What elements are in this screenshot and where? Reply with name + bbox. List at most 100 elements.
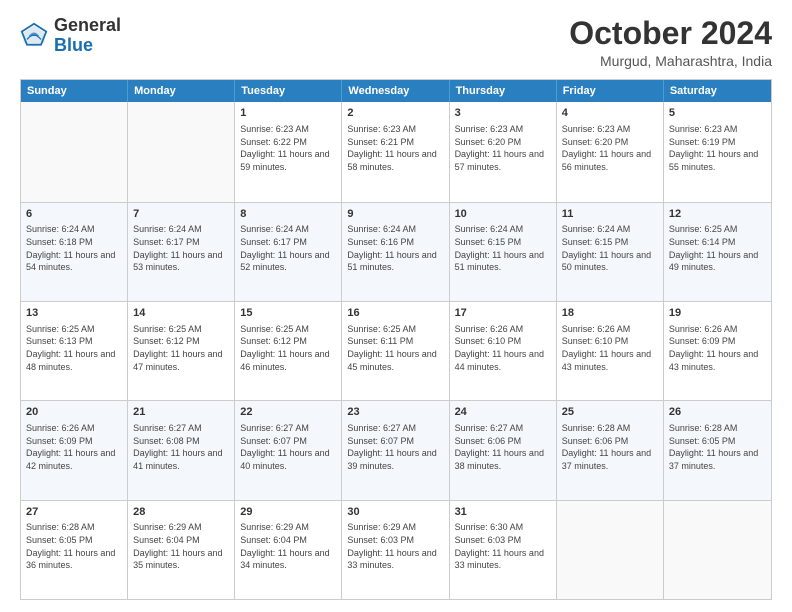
calendar-cell <box>21 102 128 201</box>
calendar-cell: 31Sunrise: 6:30 AM Sunset: 6:03 PM Dayli… <box>450 501 557 599</box>
calendar-header: Sunday Monday Tuesday Wednesday Thursday… <box>21 80 771 102</box>
cell-info: Sunrise: 6:27 AM Sunset: 6:08 PM Dayligh… <box>133 422 229 472</box>
calendar: Sunday Monday Tuesday Wednesday Thursday… <box>20 79 772 600</box>
day-number: 13 <box>26 306 122 321</box>
day-number: 4 <box>562 106 658 121</box>
calendar-cell: 28Sunrise: 6:29 AM Sunset: 6:04 PM Dayli… <box>128 501 235 599</box>
calendar-cell: 19 Sunrise: 6:26 AM Sunset: 6:09 PM Dayli… <box>664 302 771 400</box>
cell-info: Sunrise: 6:25 AM Sunset: 6:13 PM Dayligh… <box>26 323 122 373</box>
cell-info: Sunrise: 6:28 AM Sunset: 6:06 PM Dayligh… <box>562 422 658 472</box>
cell-info: Sunrise: 6:27 AM Sunset: 6:07 PM Dayligh… <box>347 422 443 472</box>
day-number: 28 <box>133 505 229 520</box>
calendar-body: 1 Sunrise: 6:23 AM Sunset: 6:22 PM Daylig… <box>21 102 771 599</box>
calendar-cell: 25 Sunrise: 6:28 AM Sunset: 6:06 PM Dayli… <box>557 401 664 499</box>
header-sunday: Sunday <box>21 80 128 102</box>
cell-info: Sunrise: 6:29 AM Sunset: 6:04 PM Dayligh… <box>133 521 229 571</box>
calendar-cell: 7Sunrise: 6:24 AM Sunset: 6:17 PM Daylig… <box>128 203 235 301</box>
calendar-cell <box>664 501 771 599</box>
day-number: 14 <box>133 306 229 321</box>
day-number: 2 <box>347 106 443 121</box>
cell-info: Sunrise: 6:23 AM Sunset: 6:22 PM Dayligh… <box>240 123 336 173</box>
cell-info: Sunrise: 6:27 AM Sunset: 6:06 PM Dayligh… <box>455 422 551 472</box>
day-number: 20 <box>26 405 122 420</box>
day-number: 30 <box>347 505 443 520</box>
calendar-cell: 4 Sunrise: 6:23 AM Sunset: 6:20 PM Daylig… <box>557 102 664 201</box>
day-number: 24 <box>455 405 551 420</box>
calendar-week-5: 27Sunrise: 6:28 AM Sunset: 6:05 PM Dayli… <box>21 500 771 599</box>
cell-info: Sunrise: 6:28 AM Sunset: 6:05 PM Dayligh… <box>669 422 766 472</box>
calendar-cell: 22Sunrise: 6:27 AM Sunset: 6:07 PM Dayli… <box>235 401 342 499</box>
day-number: 12 <box>669 207 766 222</box>
cell-info: Sunrise: 6:28 AM Sunset: 6:05 PM Dayligh… <box>26 521 122 571</box>
cell-info: Sunrise: 6:23 AM Sunset: 6:20 PM Dayligh… <box>455 123 551 173</box>
calendar-cell: 24 Sunrise: 6:27 AM Sunset: 6:06 PM Dayli… <box>450 401 557 499</box>
cell-info: Sunrise: 6:23 AM Sunset: 6:21 PM Dayligh… <box>347 123 443 173</box>
day-number: 23 <box>347 405 443 420</box>
day-number: 7 <box>133 207 229 222</box>
cell-info: Sunrise: 6:25 AM Sunset: 6:12 PM Dayligh… <box>240 323 336 373</box>
calendar-cell: 5Sunrise: 6:23 AM Sunset: 6:19 PM Daylig… <box>664 102 771 201</box>
day-number: 9 <box>347 207 443 222</box>
header-saturday: Saturday <box>664 80 771 102</box>
calendar-cell: 6Sunrise: 6:24 AM Sunset: 6:18 PM Daylig… <box>21 203 128 301</box>
calendar-cell: 21 Sunrise: 6:27 AM Sunset: 6:08 PM Dayli… <box>128 401 235 499</box>
day-number: 22 <box>240 405 336 420</box>
calendar-cell: 18Sunrise: 6:26 AM Sunset: 6:10 PM Dayli… <box>557 302 664 400</box>
day-number: 6 <box>26 207 122 222</box>
header-thursday: Thursday <box>450 80 557 102</box>
cell-info: Sunrise: 6:29 AM Sunset: 6:04 PM Dayligh… <box>240 521 336 571</box>
logo-text: General Blue <box>54 16 121 56</box>
calendar-cell: 8Sunrise: 6:24 AM Sunset: 6:17 PM Daylig… <box>235 203 342 301</box>
location: Murgud, Maharashtra, India <box>569 53 772 69</box>
calendar-cell: 20Sunrise: 6:26 AM Sunset: 6:09 PM Dayli… <box>21 401 128 499</box>
calendar-cell: 9Sunrise: 6:24 AM Sunset: 6:16 PM Daylig… <box>342 203 449 301</box>
calendar-cell: 29Sunrise: 6:29 AM Sunset: 6:04 PM Dayli… <box>235 501 342 599</box>
day-number: 19 <box>669 306 766 321</box>
header-wednesday: Wednesday <box>342 80 449 102</box>
cell-info: Sunrise: 6:30 AM Sunset: 6:03 PM Dayligh… <box>455 521 551 571</box>
cell-info: Sunrise: 6:25 AM Sunset: 6:14 PM Dayligh… <box>669 223 766 273</box>
header-monday: Monday <box>128 80 235 102</box>
cell-info: Sunrise: 6:24 AM Sunset: 6:15 PM Dayligh… <box>455 223 551 273</box>
calendar-cell: 13 Sunrise: 6:25 AM Sunset: 6:13 PM Dayli… <box>21 302 128 400</box>
logo: General Blue <box>20 16 121 56</box>
logo-icon <box>20 22 48 50</box>
day-number: 17 <box>455 306 551 321</box>
calendar-week-2: 6Sunrise: 6:24 AM Sunset: 6:18 PM Daylig… <box>21 202 771 301</box>
cell-info: Sunrise: 6:23 AM Sunset: 6:20 PM Dayligh… <box>562 123 658 173</box>
day-number: 25 <box>562 405 658 420</box>
calendar-cell <box>557 501 664 599</box>
calendar-cell <box>128 102 235 201</box>
day-number: 3 <box>455 106 551 121</box>
page: General Blue October 2024 Murgud, Mahara… <box>0 0 792 612</box>
day-number: 8 <box>240 207 336 222</box>
calendar-cell: 30Sunrise: 6:29 AM Sunset: 6:03 PM Dayli… <box>342 501 449 599</box>
cell-info: Sunrise: 6:25 AM Sunset: 6:11 PM Dayligh… <box>347 323 443 373</box>
calendar-week-4: 20Sunrise: 6:26 AM Sunset: 6:09 PM Dayli… <box>21 400 771 499</box>
cell-info: Sunrise: 6:24 AM Sunset: 6:15 PM Dayligh… <box>562 223 658 273</box>
day-number: 15 <box>240 306 336 321</box>
calendar-cell: 17Sunrise: 6:26 AM Sunset: 6:10 PM Dayli… <box>450 302 557 400</box>
calendar-cell: 2 Sunrise: 6:23 AM Sunset: 6:21 PM Daylig… <box>342 102 449 201</box>
calendar-week-3: 13 Sunrise: 6:25 AM Sunset: 6:13 PM Dayli… <box>21 301 771 400</box>
cell-info: Sunrise: 6:24 AM Sunset: 6:18 PM Dayligh… <box>26 223 122 273</box>
cell-info: Sunrise: 6:29 AM Sunset: 6:03 PM Dayligh… <box>347 521 443 571</box>
calendar-week-1: 1 Sunrise: 6:23 AM Sunset: 6:22 PM Daylig… <box>21 102 771 201</box>
title-block: October 2024 Murgud, Maharashtra, India <box>569 16 772 69</box>
cell-info: Sunrise: 6:25 AM Sunset: 6:12 PM Dayligh… <box>133 323 229 373</box>
calendar-cell: 10Sunrise: 6:24 AM Sunset: 6:15 PM Dayli… <box>450 203 557 301</box>
calendar-cell: 1 Sunrise: 6:23 AM Sunset: 6:22 PM Daylig… <box>235 102 342 201</box>
cell-info: Sunrise: 6:26 AM Sunset: 6:09 PM Dayligh… <box>669 323 766 373</box>
day-number: 29 <box>240 505 336 520</box>
day-number: 18 <box>562 306 658 321</box>
day-number: 31 <box>455 505 551 520</box>
calendar-cell: 16Sunrise: 6:25 AM Sunset: 6:11 PM Dayli… <box>342 302 449 400</box>
day-number: 21 <box>133 405 229 420</box>
day-number: 5 <box>669 106 766 121</box>
header-friday: Friday <box>557 80 664 102</box>
month-title: October 2024 <box>569 16 772 51</box>
logo-general: General <box>54 15 121 35</box>
day-number: 1 <box>240 106 336 121</box>
header: General Blue October 2024 Murgud, Mahara… <box>20 16 772 69</box>
calendar-cell: 23 Sunrise: 6:27 AM Sunset: 6:07 PM Dayli… <box>342 401 449 499</box>
